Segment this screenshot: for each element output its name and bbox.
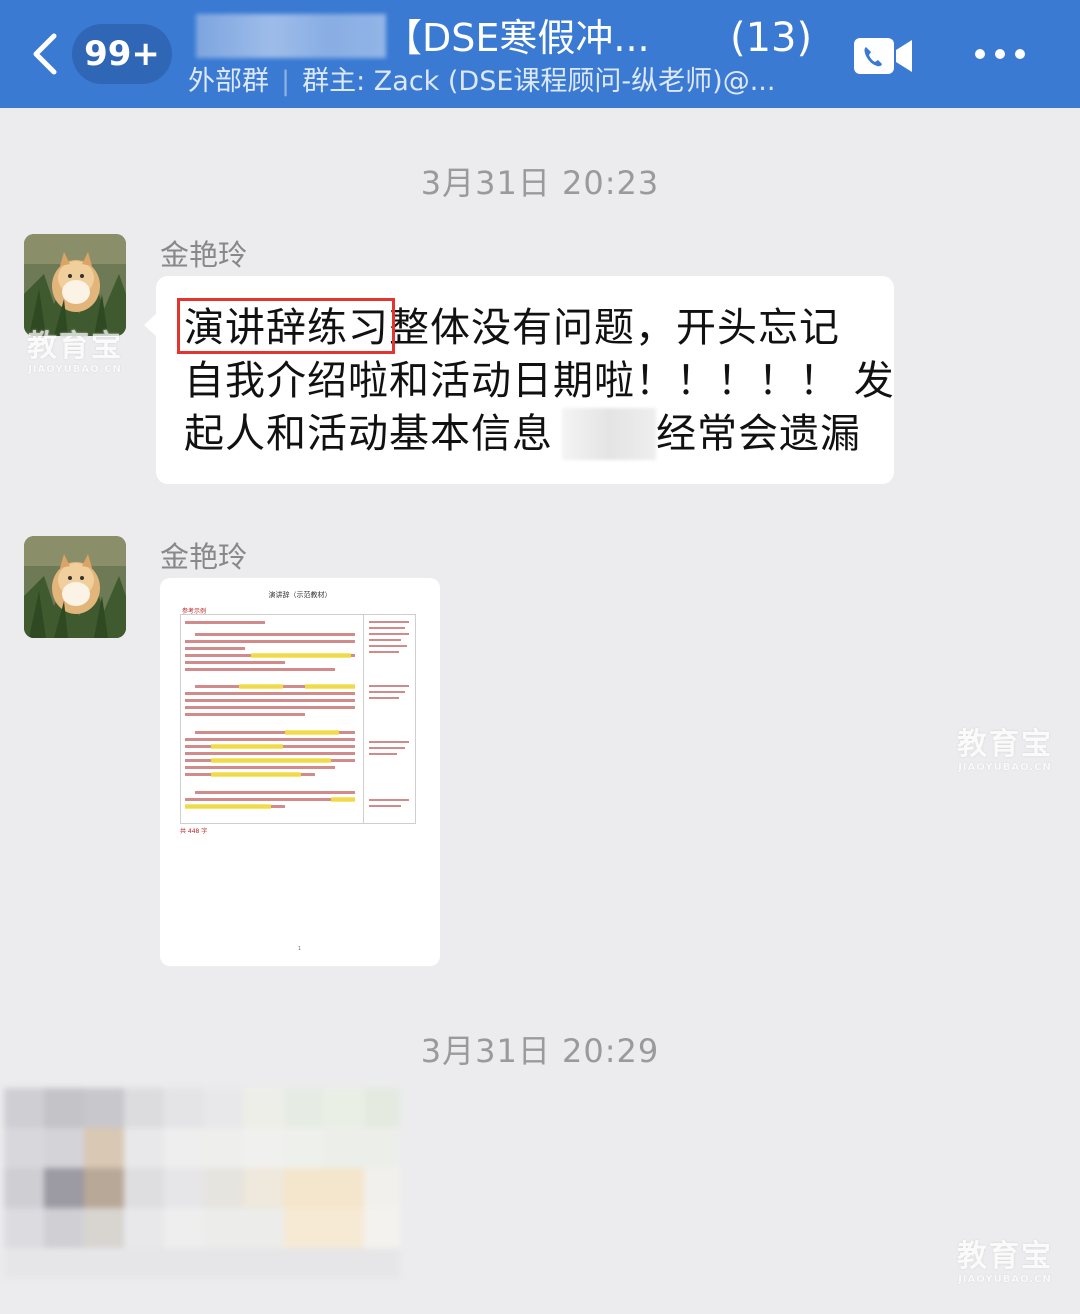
external-group-tag: 外部群: [188, 66, 269, 97]
doc-column-separator: [363, 615, 364, 823]
chat-header: 99+ 【DSE寒假冲... (13) 外部群 | 群主: Zack (DSE课程顾…: [0, 0, 1080, 108]
chevron-left-icon[interactable]: [28, 32, 64, 76]
message-timestamp: 3月31日 20:29: [420, 1032, 660, 1070]
document-preview-card[interactable]: 演讲辞（示范教材） 参考示例 共 448 字 1: [160, 578, 440, 966]
group-title[interactable]: 【DSE寒假冲...: [384, 12, 694, 64]
group-subtitle[interactable]: 外部群 | 群主: Zack (DSE课程顾问-纵老师)@...: [188, 62, 798, 102]
unread-badge[interactable]: 99+: [72, 24, 172, 84]
sender-name: 金艳玲: [160, 238, 248, 272]
video-call-icon[interactable]: [852, 36, 914, 76]
sender-name: 金艳玲: [160, 540, 248, 574]
watermark: 教育宝 JIAOYUBAO.CN: [944, 1240, 1066, 1286]
watermark-sub: JIAOYUBAO.CN: [958, 762, 1052, 773]
watermark: 教育宝 JIAOYUBAO.CN: [944, 728, 1066, 774]
avatar[interactable]: [24, 234, 126, 336]
doc-page-number: 1: [298, 946, 302, 952]
doc-table: [180, 614, 416, 824]
watermark-main: 教育宝: [957, 1239, 1053, 1274]
message-text-line: 经常会遗漏: [656, 411, 861, 457]
subtitle-separator: |: [281, 66, 291, 97]
message-text-line: 自我介绍啦和活动日期啦！！！！！ 发: [184, 358, 895, 404]
avatar[interactable]: [24, 536, 126, 638]
more-icon[interactable]: [972, 44, 1028, 64]
redacted-group-name: [196, 14, 386, 58]
message-text-line: 起人和活动基本信息: [184, 411, 553, 457]
group-owner: 群主: Zack (DSE课程顾问-纵老师)@...: [302, 66, 776, 97]
doc-title: 演讲辞（示范教材）: [268, 591, 332, 599]
member-count[interactable]: (13): [730, 12, 812, 64]
blurred-image-message[interactable]: [4, 1088, 400, 1278]
watermark-sub: JIAOYUBAO.CN: [28, 364, 122, 375]
doc-text-lines: [185, 621, 409, 809]
message-timestamp: 3月31日 20:23: [420, 164, 660, 202]
watermark-sub: JIAOYUBAO.CN: [958, 1274, 1052, 1285]
redacted-text: [562, 408, 656, 460]
doc-word-count: 共 448 字: [180, 828, 208, 835]
watermark-main: 教育宝: [27, 329, 123, 364]
watermark: 教育宝 JIAOYUBAO.CN: [14, 330, 136, 376]
highlight-annotation-box: [177, 298, 395, 354]
watermark-main: 教育宝: [957, 727, 1053, 762]
chat-screen: 99+ 【DSE寒假冲... (13) 外部群 | 群主: Zack (DSE课程顾…: [0, 0, 1080, 1314]
